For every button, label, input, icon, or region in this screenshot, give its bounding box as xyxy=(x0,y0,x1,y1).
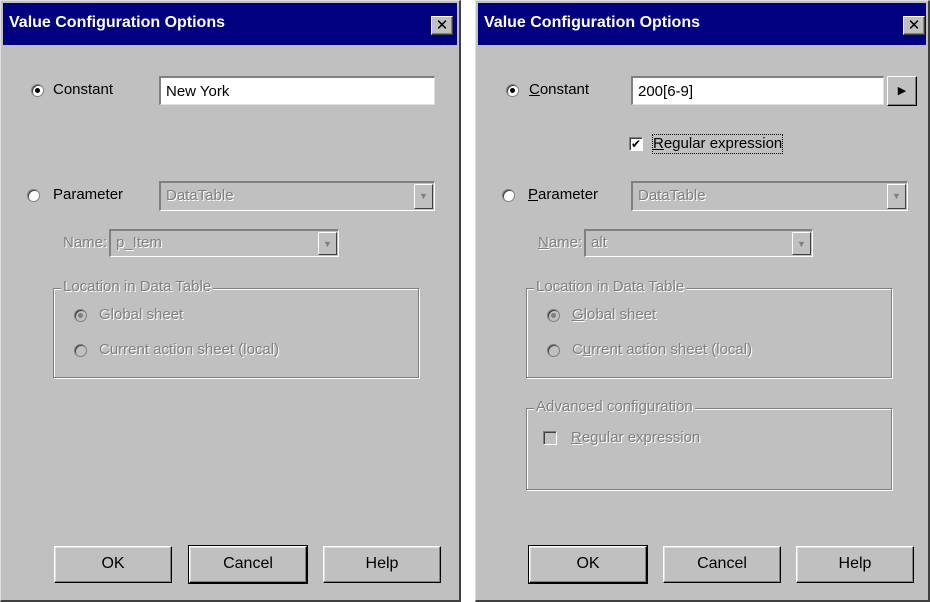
constant-radio[interactable] xyxy=(506,84,519,97)
close-button[interactable]: ✕ xyxy=(903,16,925,35)
title-bar: Value Configuration Options ✕ xyxy=(478,3,926,45)
parameter-label: Parameter xyxy=(53,186,124,203)
global-sheet-radio xyxy=(74,309,87,322)
global-sheet-label: Global sheet xyxy=(572,306,657,323)
help-button[interactable]: Help xyxy=(796,546,914,583)
play-icon: ▶ xyxy=(897,85,907,97)
value-config-dialog-left: Value Configuration Options ✕ Constant N… xyxy=(0,0,461,602)
regex-label: Regular expression xyxy=(651,134,784,154)
constant-label: Constant xyxy=(53,81,114,98)
chevron-down-icon: ▼ xyxy=(318,232,337,255)
location-group: Location in Data Table Global sheet Curr… xyxy=(526,278,892,378)
global-sheet-label: Global sheet xyxy=(99,306,184,323)
current-sheet-radio xyxy=(547,344,560,357)
constant-radio[interactable] xyxy=(31,84,44,97)
constant-arrow-button[interactable]: ▶ xyxy=(887,76,917,106)
dialog-title: Value Configuration Options xyxy=(9,14,225,31)
parameter-dropdown: DataTable ▼ xyxy=(631,181,908,211)
name-value: p_Item xyxy=(116,234,162,251)
parameter-value: DataTable xyxy=(638,187,706,204)
ok-button[interactable]: OK xyxy=(54,546,172,583)
advanced-regex-checkbox xyxy=(543,431,557,445)
regex-checkbox[interactable]: ✔ xyxy=(629,137,643,151)
parameter-radio[interactable] xyxy=(502,189,515,202)
location-group-title: Location in Data Table xyxy=(534,278,687,296)
advanced-group-title: Advanced configuration xyxy=(534,398,695,416)
current-sheet-label: Current action sheet (local) xyxy=(572,341,753,358)
value-config-dialog-right: Value Configuration Options ✕ Constant 2… xyxy=(475,0,930,602)
name-value: alt xyxy=(591,234,607,251)
chevron-down-icon: ▼ xyxy=(414,184,433,209)
advanced-group: Advanced configuration Regular expressio… xyxy=(526,398,892,490)
name-label: Name: xyxy=(538,234,583,251)
constant-input[interactable]: New York xyxy=(159,76,435,105)
name-dropdown: alt ▼ xyxy=(584,229,813,257)
parameter-dropdown: DataTable ▼ xyxy=(159,181,435,211)
location-group-title: Location in Data Table xyxy=(61,278,214,296)
dialog-title: Value Configuration Options xyxy=(484,14,700,31)
help-button[interactable]: Help xyxy=(323,546,441,583)
cancel-button[interactable]: Cancel xyxy=(663,546,781,583)
advanced-regex-label: Regular expression xyxy=(571,429,701,446)
global-sheet-radio xyxy=(547,309,560,322)
parameter-value: DataTable xyxy=(166,187,234,204)
name-dropdown: p_Item ▼ xyxy=(109,229,339,257)
constant-input[interactable]: 200[6-9] xyxy=(631,76,884,105)
close-icon: ✕ xyxy=(907,17,921,34)
location-group: Location in Data Table Global sheet Curr… xyxy=(53,278,419,378)
chevron-down-icon: ▼ xyxy=(887,184,906,209)
ok-button[interactable]: OK xyxy=(528,545,648,584)
parameter-label: Parameter xyxy=(528,186,599,203)
title-bar: Value Configuration Options ✕ xyxy=(3,3,457,45)
name-label: Name: xyxy=(63,234,108,251)
current-sheet-label: Current action sheet (local) xyxy=(99,341,280,358)
chevron-down-icon: ▼ xyxy=(792,232,811,255)
constant-label: Constant xyxy=(529,81,590,98)
parameter-radio[interactable] xyxy=(27,189,40,202)
cancel-button[interactable]: Cancel xyxy=(188,545,308,584)
close-icon: ✕ xyxy=(435,17,449,34)
current-sheet-radio xyxy=(74,344,87,357)
close-button[interactable]: ✕ xyxy=(431,16,453,35)
